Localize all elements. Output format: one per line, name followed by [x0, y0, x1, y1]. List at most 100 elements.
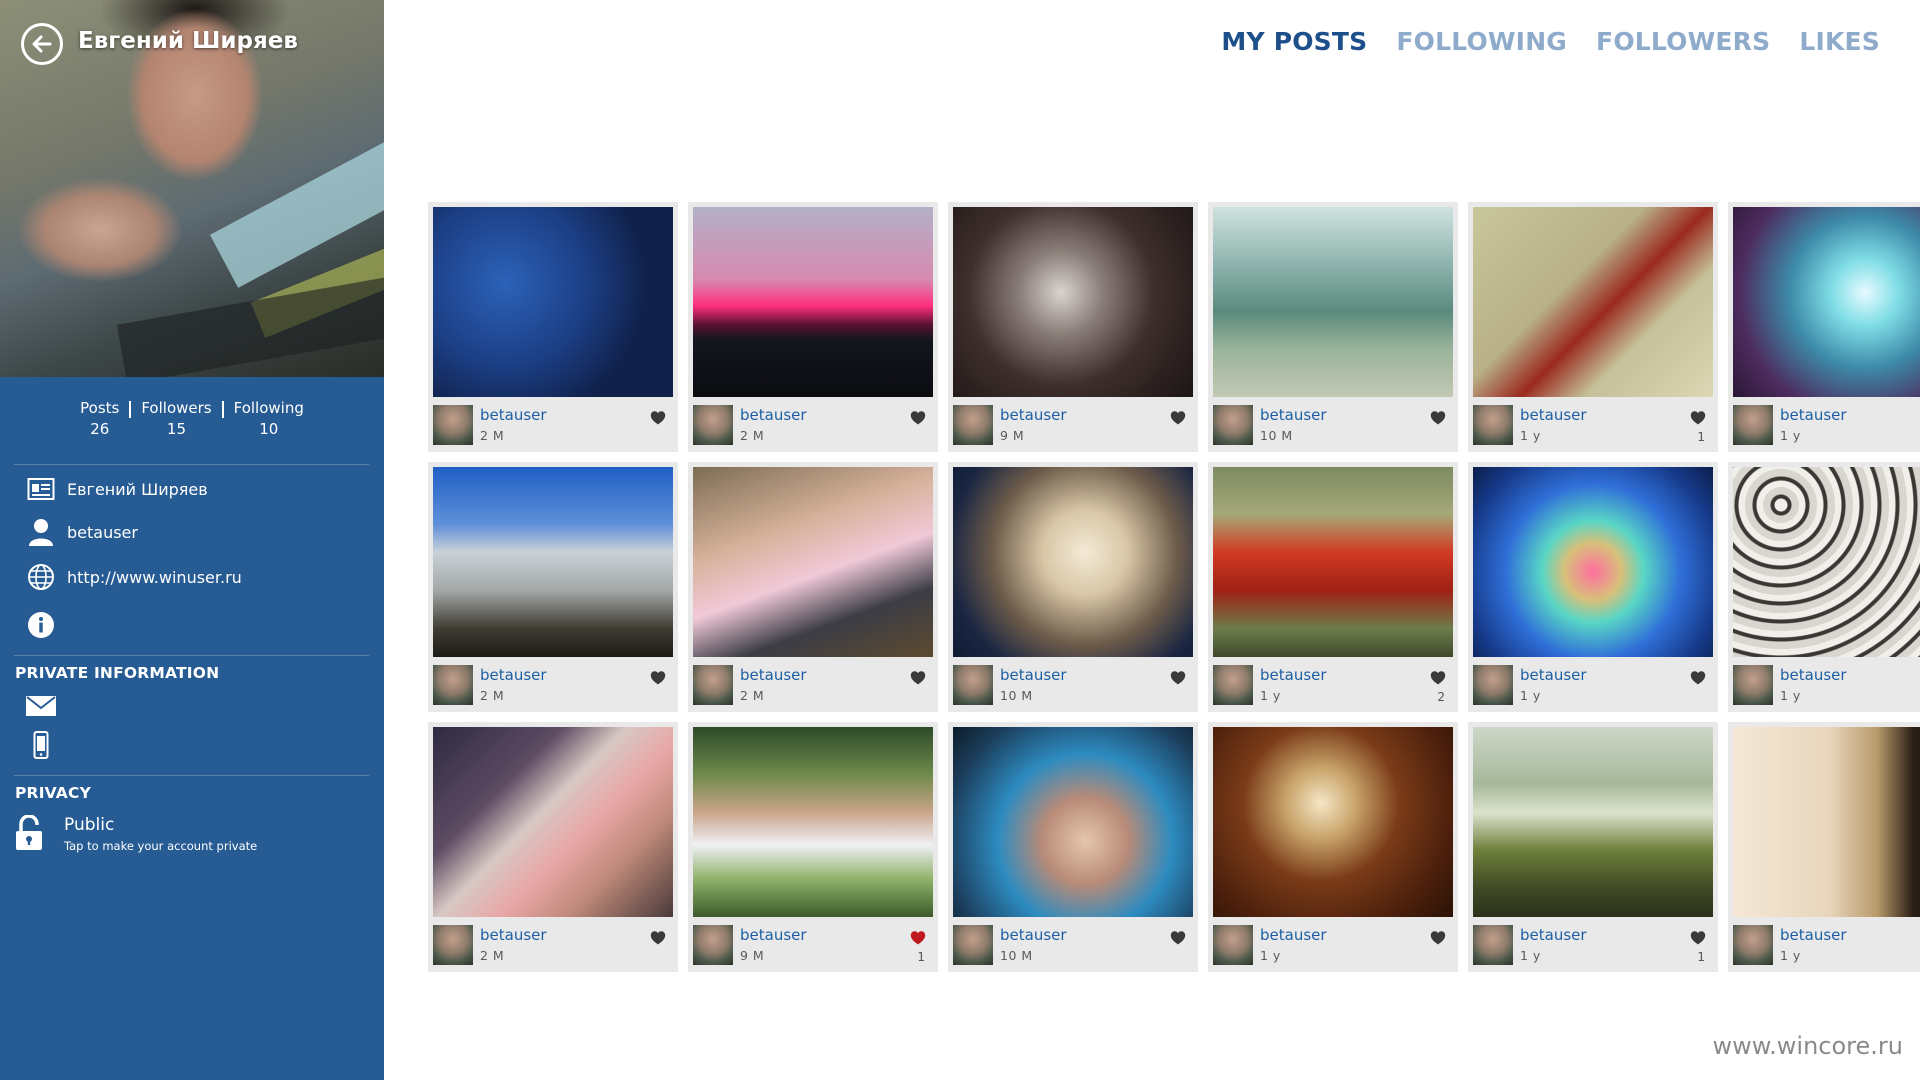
post-username[interactable]: betauser	[480, 666, 547, 684]
post-photo[interactable]	[1733, 467, 1920, 657]
post-photo[interactable]	[693, 207, 933, 397]
post-photo[interactable]	[1733, 727, 1920, 917]
heart-icon[interactable]	[1430, 410, 1446, 426]
post-photo[interactable]	[1733, 207, 1920, 397]
post-username[interactable]: betauser	[1780, 406, 1847, 424]
heart-icon[interactable]	[1170, 670, 1186, 686]
post-username[interactable]: betauser	[1780, 926, 1847, 944]
heart-icon[interactable]	[650, 930, 666, 946]
tab-likes[interactable]: LIKES	[1799, 27, 1880, 56]
post-username[interactable]: betauser	[1520, 406, 1587, 424]
post-time: 9 M	[1000, 428, 1025, 443]
post-card[interactable]: betauser 1 y	[1728, 722, 1920, 972]
info-phone[interactable]	[26, 730, 67, 760]
post-username[interactable]: betauser	[740, 406, 807, 424]
info-icon[interactable]	[26, 610, 56, 640]
post-card[interactable]: betauser 1 y	[1208, 722, 1458, 972]
post-username[interactable]: betauser	[1000, 406, 1067, 424]
post-time: 1 y	[1780, 428, 1801, 443]
post-card[interactable]: betauser 1 y 2	[1208, 462, 1458, 712]
post-card[interactable]: betauser 1 y 1	[1468, 722, 1718, 972]
post-photo[interactable]	[433, 727, 673, 917]
post-card[interactable]: betauser 1 y	[1728, 462, 1920, 712]
post-username[interactable]: betauser	[1520, 926, 1587, 944]
stat-following[interactable]: Following 10	[224, 398, 314, 440]
stat-followers[interactable]: Followers 15	[131, 398, 221, 440]
post-photo[interactable]	[433, 207, 673, 397]
heart-icon[interactable]	[1690, 930, 1706, 946]
post-card[interactable]: betauser 10 M	[1208, 202, 1458, 452]
info-website[interactable]: http://www.winuser.ru	[26, 562, 242, 592]
post-time: 1 y	[1780, 688, 1801, 703]
heart-icon[interactable]	[1170, 410, 1186, 426]
post-card[interactable]: betauser 2 M	[428, 202, 678, 452]
post-time: 2 M	[740, 428, 765, 443]
post-photo[interactable]	[1213, 727, 1453, 917]
post-photo[interactable]	[953, 727, 1193, 917]
post-photo[interactable]	[433, 467, 673, 657]
post-time: 1 y	[1520, 948, 1541, 963]
post-username[interactable]: betauser	[1520, 666, 1587, 684]
post-username[interactable]: betauser	[480, 926, 547, 944]
post-username[interactable]: betauser	[1260, 666, 1327, 684]
post-username[interactable]: betauser	[1780, 666, 1847, 684]
post-author-avatar	[1213, 665, 1253, 705]
back-button[interactable]	[21, 23, 63, 65]
post-username[interactable]: betauser	[1000, 926, 1067, 944]
heart-icon[interactable]	[910, 930, 926, 946]
heart-icon[interactable]	[910, 410, 926, 426]
post-photo[interactable]	[1473, 207, 1713, 397]
post-card[interactable]: betauser 2 M	[688, 202, 938, 452]
heart-icon[interactable]	[1430, 930, 1446, 946]
phone-icon[interactable]	[26, 730, 56, 760]
post-username[interactable]: betauser	[1260, 406, 1327, 424]
profile-stats: Posts 26 Followers 15 Following 10	[0, 398, 384, 440]
id-card-icon	[26, 474, 56, 504]
padlock-open-icon[interactable]	[15, 814, 43, 855]
post-card[interactable]: betauser 9 M	[948, 202, 1198, 452]
post-card[interactable]: betauser 1 y 1	[1468, 202, 1718, 452]
mail-icon[interactable]	[26, 691, 56, 721]
post-time: 10 M	[1000, 688, 1033, 703]
stat-posts[interactable]: Posts 26	[70, 398, 129, 440]
post-card[interactable]: betauser 10 M	[948, 462, 1198, 712]
post-card[interactable]: betauser 1 y	[1468, 462, 1718, 712]
info-email[interactable]	[26, 691, 67, 721]
heart-icon[interactable]	[650, 410, 666, 426]
heart-icon[interactable]	[1690, 410, 1706, 426]
tab-following[interactable]: FOLLOWING	[1396, 27, 1567, 56]
post-author-avatar	[1733, 405, 1773, 445]
heart-icon[interactable]	[1170, 930, 1186, 946]
tab-followers[interactable]: FOLLOWERS	[1596, 27, 1770, 56]
post-card[interactable]: betauser 1 y	[1728, 202, 1920, 452]
post-photo[interactable]	[1213, 207, 1453, 397]
post-card[interactable]: betauser 10 M	[948, 722, 1198, 972]
post-card[interactable]: betauser 9 M 1	[688, 722, 938, 972]
post-username[interactable]: betauser	[1000, 666, 1067, 684]
post-photo[interactable]	[1473, 727, 1713, 917]
post-username[interactable]: betauser	[740, 926, 807, 944]
tab-my-posts[interactable]: MY POSTS	[1221, 27, 1367, 56]
post-photo[interactable]	[1213, 467, 1453, 657]
post-photo[interactable]	[693, 467, 933, 657]
heart-icon[interactable]	[650, 670, 666, 686]
website-link[interactable]: http://www.winuser.ru	[67, 568, 242, 587]
post-photo[interactable]	[953, 467, 1193, 657]
privacy-status[interactable]: Public	[64, 815, 114, 835]
post-photo[interactable]	[953, 207, 1193, 397]
post-username[interactable]: betauser	[740, 666, 807, 684]
heart-icon[interactable]	[1430, 670, 1446, 686]
post-like-count: 1	[1697, 950, 1705, 964]
heart-icon[interactable]	[1690, 670, 1706, 686]
post-photo[interactable]	[1473, 467, 1713, 657]
post-author-avatar	[433, 405, 473, 445]
post-card[interactable]: betauser 2 M	[688, 462, 938, 712]
post-username[interactable]: betauser	[480, 406, 547, 424]
post-username[interactable]: betauser	[1260, 926, 1327, 944]
post-photo[interactable]	[693, 727, 933, 917]
post-time: 2 M	[480, 948, 505, 963]
info-about[interactable]	[26, 610, 67, 640]
post-card[interactable]: betauser 2 M	[428, 462, 678, 712]
post-card[interactable]: betauser 2 M	[428, 722, 678, 972]
heart-icon[interactable]	[910, 670, 926, 686]
